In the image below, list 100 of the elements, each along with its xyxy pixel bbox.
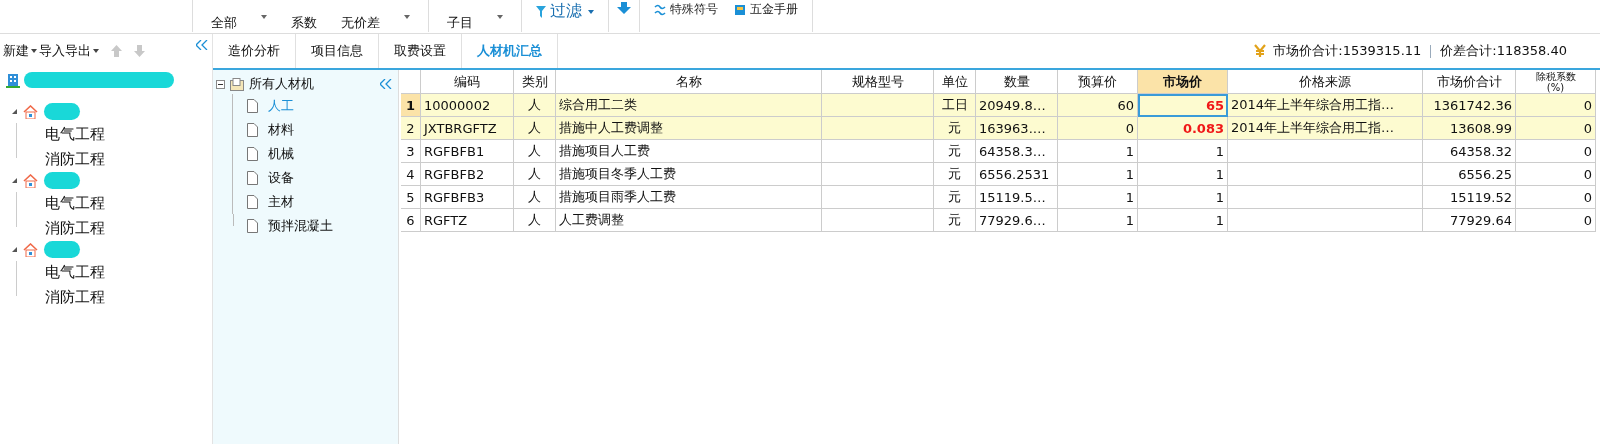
toolbar-label[interactable]: 全部 (199, 15, 249, 31)
menu-button[interactable]: 新建 (3, 42, 37, 60)
tree-item[interactable]: 预拌混凝土 (268, 217, 333, 235)
tree-item[interactable]: 消防工程 (45, 288, 105, 307)
redaction-scribble (44, 103, 80, 120)
tree-item[interactable]: 消防工程 (45, 219, 105, 238)
expand-triangle-icon[interactable] (12, 247, 17, 252)
tree-item[interactable]: 材料 (268, 121, 294, 139)
table-cell: 0 (1516, 94, 1596, 117)
table-cell: 工日 (934, 94, 976, 117)
table-cell: 77929.6… (976, 209, 1058, 232)
down-arrow-icon[interactable] (617, 2, 631, 14)
column-header[interactable]: 编码 (421, 70, 514, 94)
tree-item[interactable]: 电气工程 (45, 125, 105, 144)
column-header[interactable]: 规格型号 (822, 70, 934, 94)
table-cell: 13608.99 (1423, 117, 1516, 140)
document-icon (247, 195, 258, 209)
menu-button[interactable]: 导入导出 (39, 42, 99, 60)
column-header[interactable]: 名称 (556, 70, 822, 94)
tree-item[interactable]: 机械 (268, 145, 294, 163)
toolbar-label[interactable]: 无价差 (329, 15, 392, 31)
toolbar-button[interactable]: 五金手册 (726, 1, 806, 18)
toolbar-button[interactable]: 特殊符号 (646, 1, 726, 18)
collapse-toggle-icon[interactable] (216, 79, 225, 89)
document-icon (247, 123, 258, 137)
tree-item[interactable]: 所有人材机 (249, 75, 314, 93)
corner-header (401, 70, 421, 94)
table-cell: 65 (1138, 94, 1228, 117)
table-cell: 1 (1138, 163, 1228, 186)
row-number[interactable]: 5 (401, 186, 421, 209)
tree-item[interactable]: 设备 (268, 169, 294, 187)
table-cell: 0 (1516, 140, 1596, 163)
table-cell: 2014年上半年综合用工指… (1228, 94, 1423, 117)
column-header[interactable]: 除税系数 (%) (1516, 70, 1596, 94)
table-cell: 人 (514, 117, 556, 140)
row-number[interactable]: 2 (401, 117, 421, 140)
toolbar-label[interactable]: 系数 (279, 15, 329, 31)
expand-triangle-icon[interactable] (12, 109, 17, 114)
column-header[interactable]: 价格来源 (1228, 70, 1423, 94)
collapse-icon[interactable] (380, 79, 392, 89)
tree-item[interactable]: 消防工程 (45, 150, 105, 169)
table-cell: 人 (514, 209, 556, 232)
table-cell: 64358.32 (1423, 140, 1516, 163)
row-number[interactable]: 3 (401, 140, 421, 163)
table-cell: 元 (934, 140, 976, 163)
table-cell: 1 (1058, 209, 1138, 232)
table-cell: 人 (514, 94, 556, 117)
column-header[interactable]: 预算价 (1058, 70, 1138, 94)
funnel-icon (536, 5, 546, 18)
table-cell: 1 (1138, 140, 1228, 163)
table-cell: RGFBFB1 (421, 140, 514, 163)
table-cell: 元 (934, 163, 976, 186)
caret-icon[interactable] (261, 15, 267, 19)
table-cell: 77929.64 (1423, 209, 1516, 232)
caret-icon[interactable] (497, 15, 503, 19)
table-cell: 措施项目雨季人工费 (556, 186, 822, 209)
table-cell: 措施中人工费调整 (556, 117, 822, 140)
summary-text: 价差合计:118358.40 (1440, 42, 1567, 60)
row-number[interactable]: 1 (401, 94, 421, 117)
table-cell: 163963.… (976, 117, 1058, 140)
table-cell: 1361742.36 (1423, 94, 1516, 117)
table-cell: RGFTZ (421, 209, 514, 232)
row-number[interactable]: 4 (401, 163, 421, 186)
table-cell: 20949.8… (976, 94, 1058, 117)
filter-button[interactable]: 过滤 (528, 1, 602, 22)
table-cell: 元 (934, 117, 976, 140)
column-header[interactable]: 单位 (934, 70, 976, 94)
toolbar-label[interactable]: 子目 (435, 15, 485, 31)
tree-item[interactable]: 主材 (268, 193, 294, 211)
document-icon (247, 99, 258, 113)
caret-icon[interactable] (404, 15, 410, 19)
expand-triangle-icon[interactable] (12, 178, 17, 183)
redaction-scribble (44, 241, 80, 258)
table-cell: 元 (934, 186, 976, 209)
table-cell: 1 (1058, 186, 1138, 209)
table-cell: 1 (1138, 209, 1228, 232)
house-icon (23, 242, 38, 257)
table-cell: 人工费调整 (556, 209, 822, 232)
table-cell: 人 (514, 140, 556, 163)
column-header[interactable]: 市场价合计 (1423, 70, 1516, 94)
table-cell: 人 (514, 186, 556, 209)
summary-text: 市场价合计:1539315.11 (1273, 42, 1422, 60)
table-cell: 6556.2531 (976, 163, 1058, 186)
house-icon (23, 173, 38, 188)
table-cell: 15119.52 (1423, 186, 1516, 209)
column-header[interactable]: 类别 (514, 70, 556, 94)
table-cell: 0 (1516, 186, 1596, 209)
book-icon (734, 3, 746, 16)
symbol-icon (654, 3, 666, 16)
tree-item[interactable]: 电气工程 (45, 263, 105, 282)
tree-item[interactable]: 电气工程 (45, 194, 105, 213)
column-header[interactable]: 数量 (976, 70, 1058, 94)
table-cell: 10000002 (421, 94, 514, 117)
table-cell: 1 (1058, 140, 1138, 163)
collapse-icon[interactable] (196, 40, 208, 50)
row-number[interactable]: 6 (401, 209, 421, 232)
table-cell: 0 (1516, 163, 1596, 186)
building-icon (6, 72, 20, 88)
table-cell: 0 (1516, 209, 1596, 232)
column-header[interactable]: 市场价 (1138, 70, 1228, 94)
